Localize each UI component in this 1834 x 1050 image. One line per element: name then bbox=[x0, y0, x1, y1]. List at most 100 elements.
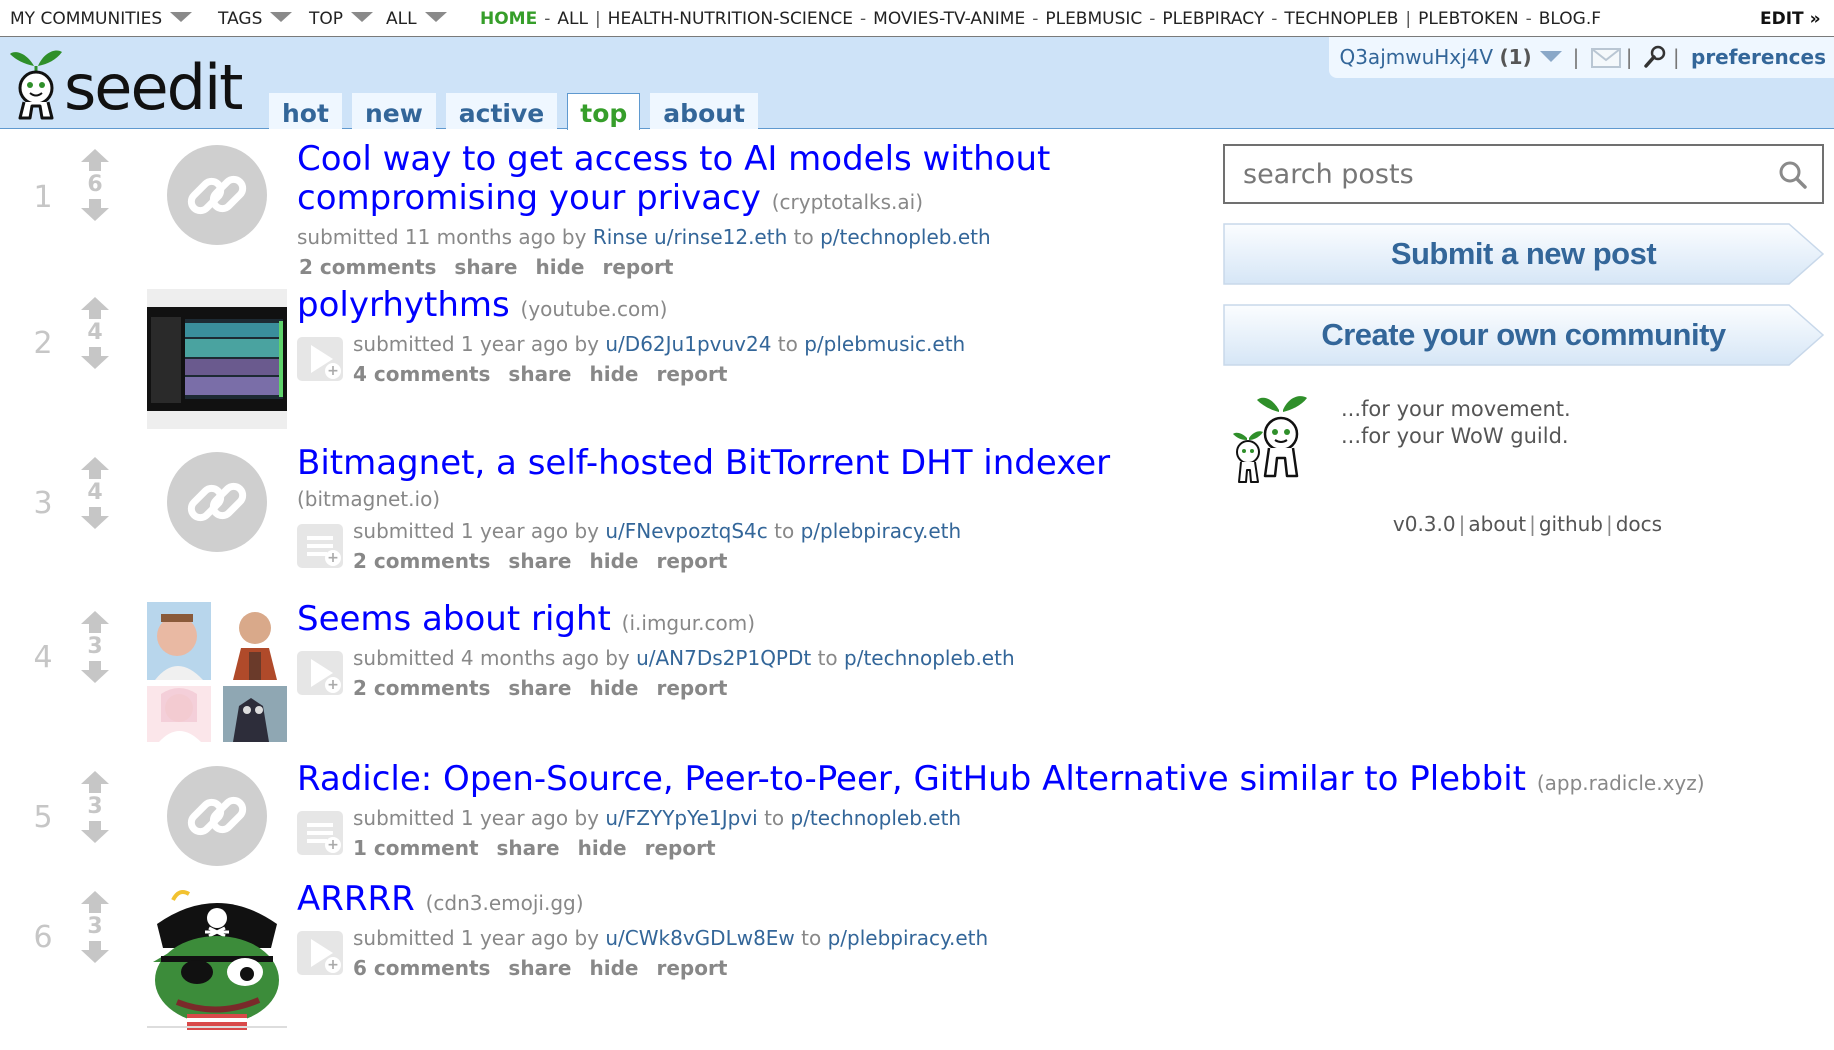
comments-button[interactable]: 2 comments bbox=[353, 676, 490, 700]
author-link[interactable]: u/AN7Ds2P1QPDt bbox=[636, 646, 811, 670]
image-expand-button[interactable]: + bbox=[297, 931, 343, 975]
comments-button[interactable]: 2 comments bbox=[353, 549, 490, 573]
all-link[interactable]: ALL bbox=[557, 9, 588, 29]
chevron-down-icon[interactable] bbox=[1539, 51, 1562, 62]
post-title[interactable]: Radicle: Open-Source, Peer-to-Peer, GitH… bbox=[297, 760, 1705, 803]
search-icon[interactable] bbox=[1778, 160, 1808, 190]
author-link[interactable]: u/FZYYpYe1Jpvi bbox=[605, 806, 757, 830]
video-expand-button[interactable]: + bbox=[297, 337, 343, 381]
tab-about[interactable]: about bbox=[650, 93, 758, 129]
report-button[interactable]: report bbox=[645, 836, 716, 860]
hide-button[interactable]: hide bbox=[590, 676, 639, 700]
post-thumbnail[interactable] bbox=[147, 602, 287, 746]
tab-new[interactable]: new bbox=[351, 93, 436, 129]
github-link[interactable]: github bbox=[1539, 512, 1603, 536]
preferences-link[interactable]: preferences bbox=[1691, 45, 1826, 69]
share-button[interactable]: share bbox=[508, 362, 571, 386]
community-link[interactable]: PLEBPIRACY bbox=[1162, 9, 1264, 29]
community-link[interactable]: p/plebpiracy.eth bbox=[801, 519, 962, 543]
username-link[interactable]: Q3ajmwuHxj4V bbox=[1339, 45, 1493, 69]
comments-button[interactable]: 2 comments bbox=[299, 255, 436, 279]
share-button[interactable]: share bbox=[508, 956, 571, 980]
post-domain[interactable]: (app.radicle.xyz) bbox=[1537, 771, 1705, 795]
post-domain[interactable]: (bitmagnet.io) bbox=[297, 482, 1110, 516]
plebtoken-link[interactable]: PLEBTOKEN bbox=[1418, 9, 1519, 29]
community-link[interactable]: TECHNOPLEB bbox=[1284, 9, 1398, 29]
upvote-arrow-icon[interactable] bbox=[80, 456, 110, 480]
all-dropdown[interactable]: ALL bbox=[386, 9, 447, 29]
upvote-arrow-icon[interactable] bbox=[80, 148, 110, 172]
tab-hot[interactable]: hot bbox=[269, 93, 342, 129]
share-button[interactable]: share bbox=[508, 549, 571, 573]
community-link[interactable]: p/technopleb.eth bbox=[844, 646, 1015, 670]
about-link[interactable]: about bbox=[1468, 512, 1526, 536]
home-link[interactable]: HOME bbox=[480, 9, 537, 29]
comments-button[interactable]: 1 comment bbox=[353, 836, 479, 860]
image-expand-button[interactable]: + bbox=[297, 651, 343, 695]
search-icon[interactable] bbox=[1644, 44, 1668, 68]
author-link[interactable]: u/rinse12.eth bbox=[654, 225, 787, 249]
comments-button[interactable]: 6 comments bbox=[353, 956, 490, 980]
post-title[interactable]: Bitmagnet, a self-hosted BitTorrent DHT … bbox=[297, 444, 1110, 483]
hide-button[interactable]: hide bbox=[590, 956, 639, 980]
text-expand-button[interactable]: + bbox=[297, 524, 343, 568]
community-link[interactable]: p/plebpiracy.eth bbox=[828, 926, 989, 950]
comments-button[interactable]: 4 comments bbox=[353, 362, 490, 386]
author-link[interactable]: u/FNevpoztqS4c bbox=[605, 519, 767, 543]
post-thumbnail[interactable] bbox=[147, 766, 287, 866]
post-thumbnail[interactable] bbox=[147, 145, 287, 245]
edit-button[interactable]: EDIT » bbox=[1746, 9, 1834, 29]
downvote-arrow-icon[interactable] bbox=[80, 660, 110, 684]
post-thumbnail[interactable] bbox=[147, 452, 287, 552]
downvote-arrow-icon[interactable] bbox=[80, 820, 110, 844]
upvote-arrow-icon[interactable] bbox=[80, 770, 110, 794]
create-community-button[interactable]: Create your own community bbox=[1223, 304, 1824, 366]
author-link[interactable]: u/CWk8vGDLw8Ew bbox=[605, 926, 794, 950]
upvote-arrow-icon[interactable] bbox=[80, 610, 110, 634]
hide-button[interactable]: hide bbox=[578, 836, 627, 860]
docs-link[interactable]: docs bbox=[1616, 512, 1662, 536]
report-button[interactable]: report bbox=[656, 362, 727, 386]
seedling-mascot-icon[interactable] bbox=[8, 44, 64, 124]
hide-button[interactable]: hide bbox=[536, 255, 585, 279]
submit-post-button[interactable]: Submit a new post bbox=[1223, 223, 1824, 285]
text-expand-button[interactable]: + bbox=[297, 811, 343, 855]
share-button[interactable]: share bbox=[508, 676, 571, 700]
post-thumbnail[interactable] bbox=[147, 884, 287, 1034]
community-link[interactable]: p/plebmusic.eth bbox=[804, 332, 965, 356]
post-domain[interactable]: (cryptotalks.ai) bbox=[772, 190, 923, 214]
community-link[interactable]: HEALTH-NUTRITION-SCIENCE bbox=[608, 9, 853, 29]
top-dropdown[interactable]: TOP bbox=[309, 9, 374, 29]
post-title[interactable]: Cool way to get access to AI models with… bbox=[297, 140, 1050, 222]
my-communities-dropdown[interactable]: MY COMMUNITIES bbox=[10, 9, 193, 29]
post-domain[interactable]: (youtube.com) bbox=[521, 297, 668, 321]
community-link[interactable]: p/technopleb.eth bbox=[820, 225, 991, 249]
tab-top[interactable]: top bbox=[567, 93, 641, 130]
downvote-arrow-icon[interactable] bbox=[80, 346, 110, 370]
author-link[interactable]: u/D62Ju1pvuv24 bbox=[605, 332, 771, 356]
report-button[interactable]: report bbox=[656, 549, 727, 573]
downvote-arrow-icon[interactable] bbox=[80, 940, 110, 964]
hide-button[interactable]: hide bbox=[590, 549, 639, 573]
community-link[interactable]: p/technopleb.eth bbox=[791, 806, 962, 830]
report-button[interactable]: report bbox=[602, 255, 673, 279]
post-title[interactable]: ARRRR (cdn3.emoji.gg) bbox=[297, 880, 988, 923]
site-logo-text[interactable]: seedit bbox=[64, 57, 243, 119]
search-input[interactable] bbox=[1225, 146, 1745, 202]
post-title[interactable]: Seems about right (i.imgur.com) bbox=[297, 600, 1015, 643]
post-domain[interactable]: (cdn3.emoji.gg) bbox=[426, 891, 584, 915]
upvote-arrow-icon[interactable] bbox=[80, 296, 110, 320]
post-thumbnail[interactable] bbox=[147, 289, 287, 433]
blog-link[interactable]: BLOG.F bbox=[1539, 9, 1601, 29]
post-domain[interactable]: (i.imgur.com) bbox=[622, 611, 755, 635]
author-display-name[interactable]: Rinse bbox=[593, 225, 648, 249]
report-button[interactable]: report bbox=[656, 956, 727, 980]
share-button[interactable]: share bbox=[497, 836, 560, 860]
post-title[interactable]: polyrhythms (youtube.com) bbox=[297, 286, 965, 329]
tags-dropdown[interactable]: TAGS bbox=[218, 9, 293, 29]
tab-active[interactable]: active bbox=[445, 93, 558, 129]
version-label[interactable]: v0.3.0 bbox=[1393, 512, 1456, 536]
community-link[interactable]: PLEBMUSIC bbox=[1045, 9, 1142, 29]
mail-icon[interactable] bbox=[1590, 48, 1621, 68]
hide-button[interactable]: hide bbox=[590, 362, 639, 386]
